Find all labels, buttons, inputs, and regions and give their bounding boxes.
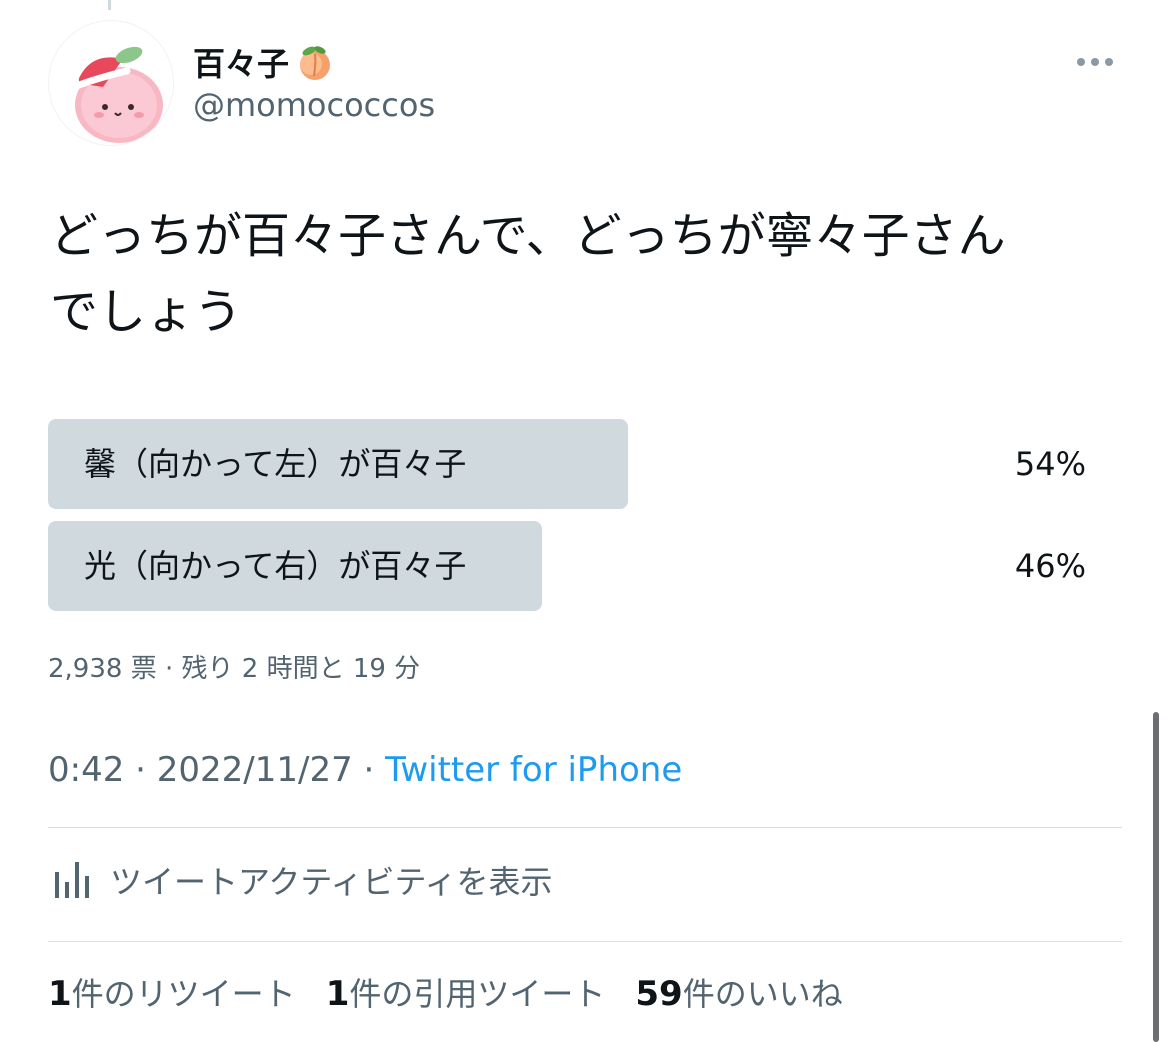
more-options-button[interactable]: [1070, 50, 1120, 74]
author-display-name[interactable]: 百々子: [193, 40, 337, 84]
likes-count: 59: [635, 974, 683, 1014]
tweet-timestamp[interactable]: 0:42 · 2022/11/27 ·: [48, 750, 385, 790]
thread-connector-line: [108, 0, 111, 10]
bar-chart-icon: [55, 862, 89, 898]
retweets-stat[interactable]: 1 件のリツイート: [48, 969, 296, 1015]
poll-meta: 2,938 票 · 残り 2 時間と 19 分: [48, 654, 421, 684]
tweet-text: どっちが百々子さんで、どっちが寧々子さん でしょう: [50, 198, 1130, 350]
tweet-text-line-1: どっちが百々子さんで、どっちが寧々子さん: [50, 208, 1006, 264]
likes-label: 件のいいね: [682, 975, 843, 1013]
poll-option-percent: 54%: [1014, 445, 1086, 483]
quote-tweets-stat[interactable]: 1 件の引用ツイート: [326, 969, 606, 1015]
poll-option-percent: 46%: [1014, 547, 1086, 585]
peach-character-avatar-image: [63, 46, 163, 143]
engagement-stats: 1 件のリツイート 1 件の引用ツイート 59 件のいいね: [48, 962, 873, 1022]
retweets-count: 1: [48, 974, 72, 1014]
tweet-text-line-2: でしょう: [50, 284, 243, 340]
retweets-label: 件のリツイート: [71, 975, 296, 1013]
avatar[interactable]: [48, 20, 174, 146]
view-tweet-activity-label: ツイートアクティビティを表示: [110, 863, 553, 901]
display-name-text[interactable]: 百々子: [193, 39, 289, 85]
tweet-source-link[interactable]: Twitter for iPhone: [385, 750, 682, 790]
more-dot-icon: [1091, 58, 1099, 66]
author-handle[interactable]: @momococcos: [193, 86, 435, 124]
quote-tweets-count: 1: [325, 974, 350, 1014]
more-dot-icon: [1077, 58, 1085, 66]
divider: [48, 941, 1122, 942]
poll-option-2: 光（向かって右）が百々子 46%: [48, 521, 1122, 611]
view-tweet-activity-button[interactable]: ツイートアクティビティを表示: [48, 848, 553, 912]
more-dot-icon: [1105, 58, 1113, 66]
poll-option-label: 馨（向かって左）が百々子: [84, 445, 467, 483]
poll-option-1: 馨（向かって左）が百々子 54%: [48, 419, 1122, 509]
divider: [48, 827, 1122, 828]
likes-stat[interactable]: 59 件のいいね: [635, 969, 842, 1015]
poll-option-label: 光（向かって右）が百々子: [84, 547, 467, 585]
tweet-timestamp-row: 0:42 · 2022/11/27 · Twitter for iPhone: [48, 750, 682, 790]
peach-icon: [300, 46, 331, 80]
scrollbar[interactable]: [1153, 712, 1159, 1042]
quote-tweets-label: 件の引用ツイート: [349, 975, 606, 1013]
